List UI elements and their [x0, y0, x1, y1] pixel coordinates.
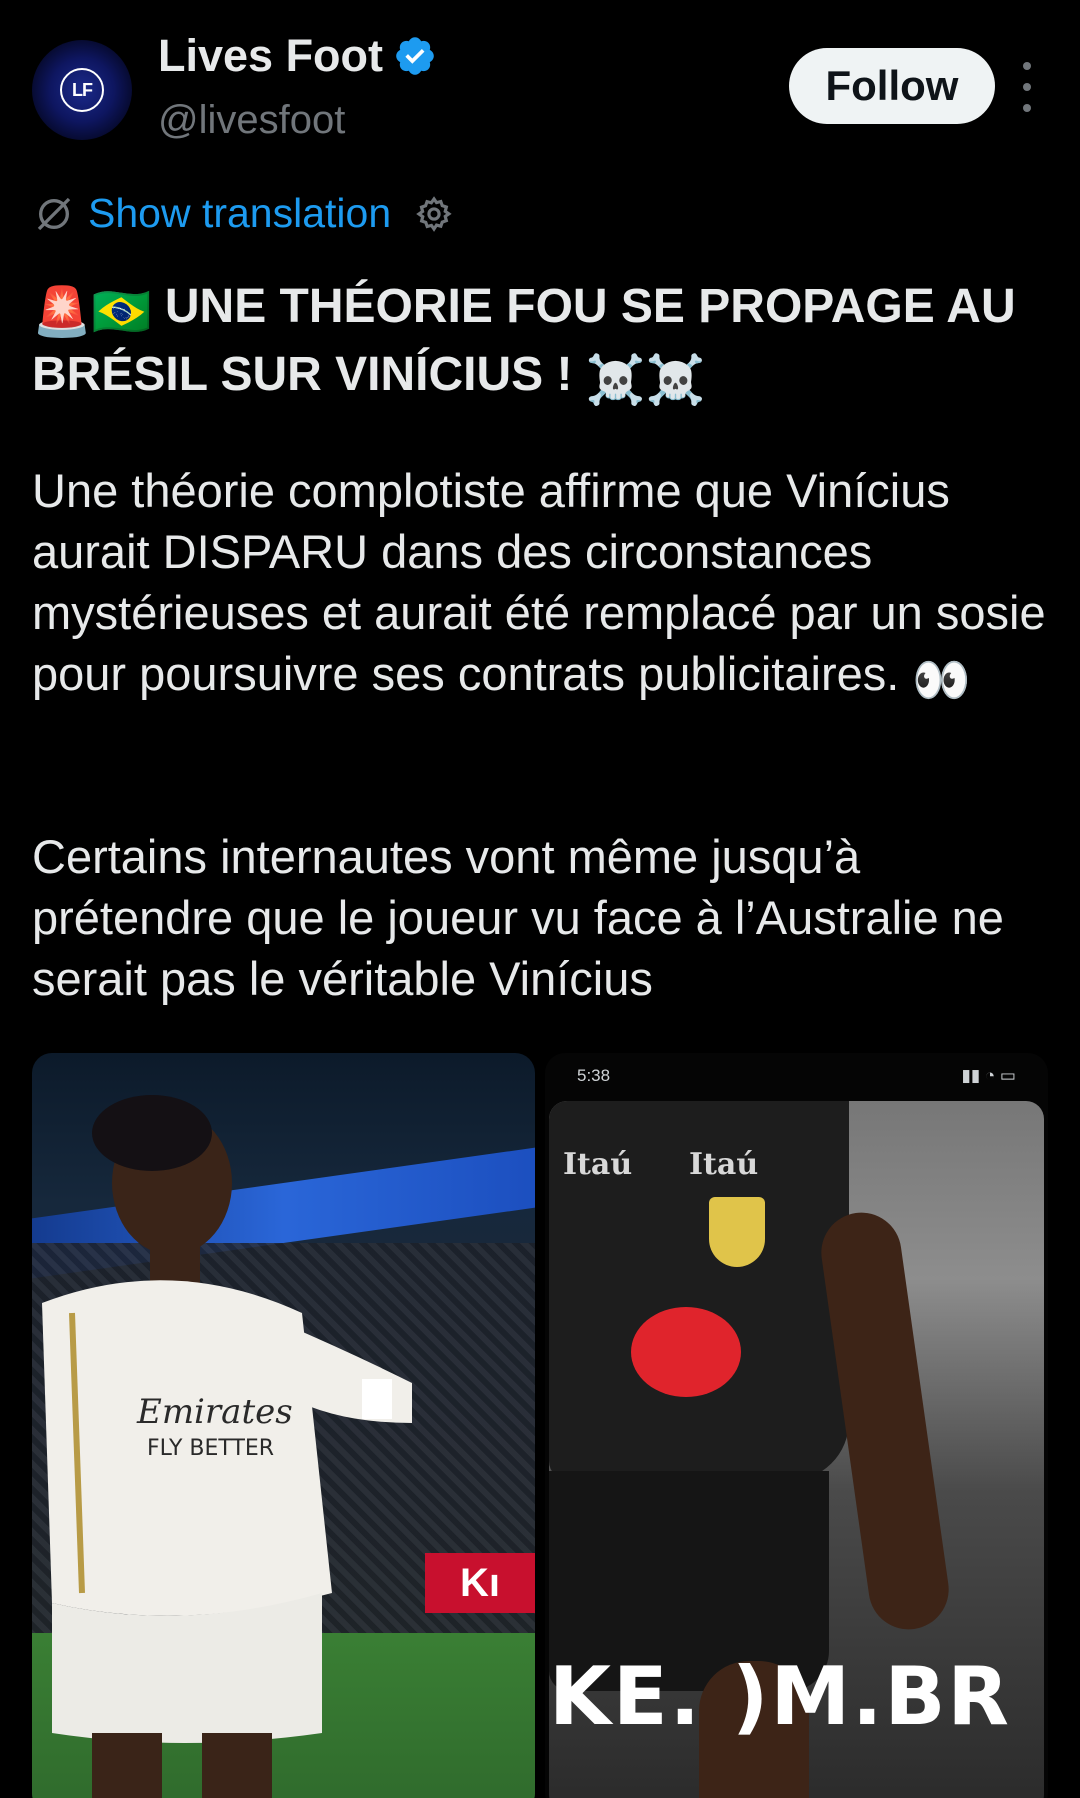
more-options-icon[interactable]: [1014, 62, 1040, 112]
dot: [1023, 83, 1031, 91]
verified-badge-icon: [396, 37, 434, 75]
gear-icon[interactable]: [415, 195, 453, 233]
translate-icon: [37, 197, 71, 230]
player-figure: Emirates FLY BETTER: [42, 1095, 412, 1798]
crest: [709, 1197, 765, 1267]
author-name-row[interactable]: Lives Foot: [158, 30, 437, 82]
skull-crossbones-emoji-icon: ☠️☠️: [585, 354, 706, 407]
media-photo-right[interactable]: 5:38 ▮▮ ◔ ▭ Itaú Itaú KE. )M.BR: [545, 1053, 1048, 1798]
ad-board: Kı: [425, 1553, 535, 1613]
sponsor-text-2: Itaú: [689, 1147, 759, 1182]
tweet-view: LF Lives Foot @livesfoot Follow Show tra…: [0, 0, 1080, 1798]
status-time: 5:38: [577, 1066, 611, 1085]
media-photo-left[interactable]: Kı Emirates FLY BETTER: [32, 1053, 535, 1798]
follow-button[interactable]: Follow: [789, 48, 995, 124]
translation-row: Show translation: [34, 190, 453, 237]
dot: [1023, 62, 1031, 70]
show-translation-link[interactable]: Show translation: [88, 190, 391, 237]
brazil-flag-emoji-icon: 🇧🇷: [91, 286, 152, 339]
tweet-paragraph-1: Une théorie complotiste affirme que Viní…: [32, 460, 1052, 710]
media-grid: Kı Emirates FLY BETTER 5:38 ▮▮ ◔ ▭ Itaú …: [32, 1053, 1048, 1798]
headline-text: UNE THÉORIE FOU SE PROPAGE AU BRÉSIL SUR…: [32, 280, 1016, 401]
tweet-paragraph-2: Certains internautes vont même jusqu’à p…: [32, 830, 1004, 1005]
video-frame: Itaú Itaú KE. )M.BR: [549, 1101, 1044, 1798]
avatar[interactable]: LF: [32, 40, 132, 140]
dot: [1023, 104, 1031, 112]
svg-text:FLY BETTER: FLY BETTER: [147, 1436, 274, 1461]
eyes-emoji-icon: 👀: [912, 653, 971, 706]
board-text: KE. )M.BR: [549, 1650, 1012, 1743]
tweet-headline: 🚨🇧🇷 UNE THÉORIE FOU SE PROPAGE AU BRÉSIL…: [32, 276, 1052, 412]
sponsor-text-1: Itaú: [563, 1147, 633, 1182]
status-icons: ▮▮ ◔ ▭: [961, 1066, 1017, 1085]
avatar-logo: LF: [60, 68, 104, 112]
siren-emoji-icon: 🚨: [32, 286, 92, 339]
heart-logo: [631, 1307, 741, 1397]
paragraph-1-text: Une théorie complotiste affirme que Viní…: [32, 464, 1046, 700]
author-handle[interactable]: @livesfoot: [158, 98, 345, 143]
svg-text:Emirates: Emirates: [136, 1392, 293, 1432]
phone-status-bar: 5:38 ▮▮ ◔ ▭: [545, 1053, 1048, 1099]
author-display-name[interactable]: Lives Foot: [158, 30, 383, 82]
